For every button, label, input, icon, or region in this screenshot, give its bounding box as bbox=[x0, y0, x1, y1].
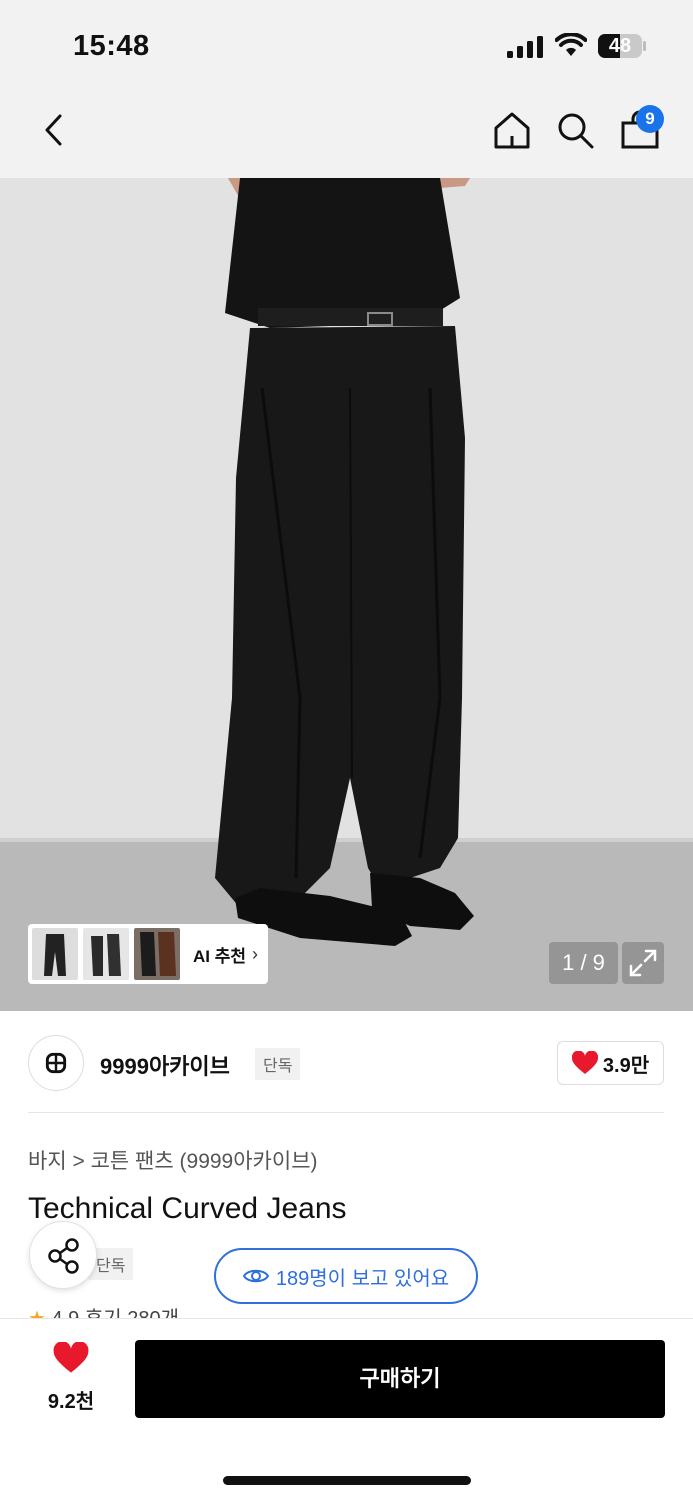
ai-thumbnail[interactable] bbox=[134, 928, 180, 980]
share-button[interactable] bbox=[29, 1221, 97, 1289]
ai-recommend-strip[interactable]: AI 추천 › bbox=[28, 924, 268, 984]
cellular-signal-icon bbox=[507, 36, 543, 58]
product-image[interactable] bbox=[0, 178, 693, 1011]
category-breadcrumb[interactable]: 바지 > 코튼 팬츠 (9999아카이브) bbox=[28, 1145, 318, 1175]
wishlist-button[interactable] bbox=[40, 1341, 102, 1379]
brand-name[interactable]: 9999아카이브 bbox=[100, 1049, 230, 1081]
cart-count-badge: 9 bbox=[636, 105, 664, 133]
brand-logo[interactable] bbox=[28, 1035, 84, 1091]
divider bbox=[28, 1112, 664, 1113]
rating-row[interactable]: ★ 4.9 후기 280개 bbox=[28, 1302, 179, 1318]
heart-icon bbox=[571, 1051, 598, 1074]
ai-thumbnail[interactable] bbox=[83, 928, 129, 980]
status-bar: 15:48 48 bbox=[0, 0, 693, 88]
image-counter: 1 / 9 bbox=[549, 942, 618, 984]
ai-recommend-label: AI 추천 bbox=[193, 946, 247, 966]
live-viewers-text: 189명이 보고 있어요 bbox=[275, 1267, 450, 1290]
eye-icon bbox=[242, 1269, 269, 1283]
share-icon bbox=[48, 1238, 79, 1274]
heart-icon bbox=[53, 1341, 89, 1373]
chevron-right-icon: › bbox=[252, 943, 259, 964]
battery-level: 48 bbox=[608, 35, 632, 57]
home-icon[interactable] bbox=[492, 110, 532, 150]
brand-like-button[interactable]: 3.9만 bbox=[557, 1041, 664, 1085]
home-indicator bbox=[223, 1476, 471, 1485]
live-viewers-pill: 189명이 보고 있어요 bbox=[214, 1248, 478, 1304]
wifi-icon bbox=[555, 33, 587, 56]
top-nav-bar bbox=[0, 88, 693, 178]
expand-icon[interactable] bbox=[622, 942, 664, 984]
status-time: 15:48 bbox=[73, 30, 150, 62]
wishlist-count: 9.2천 bbox=[47, 1391, 95, 1413]
battery-icon: 48 bbox=[597, 33, 647, 59]
product-title: Technical Curved Jeans bbox=[28, 1192, 347, 1225]
rating-text: 4.9 후기 280개 bbox=[52, 1308, 180, 1318]
brand-exclusive-tag: 단독 bbox=[255, 1048, 301, 1080]
ai-thumbnail[interactable] bbox=[32, 928, 78, 980]
search-icon[interactable] bbox=[555, 110, 595, 150]
brand-like-count: 3.9만 bbox=[602, 1054, 650, 1077]
buy-button[interactable]: 구매하기 bbox=[135, 1340, 665, 1418]
back-icon[interactable] bbox=[36, 110, 76, 150]
star-icon: ★ bbox=[28, 1308, 46, 1318]
